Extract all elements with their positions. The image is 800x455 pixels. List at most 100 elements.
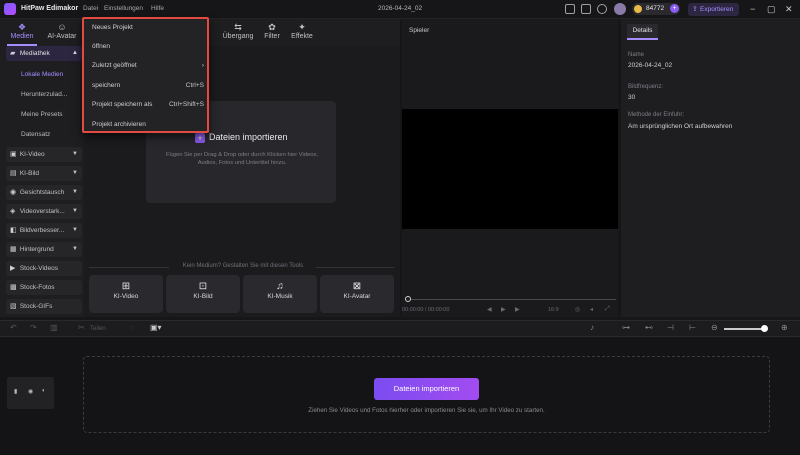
timeline-hint: Ziehen Sie Videos und Fotos hierher oder… xyxy=(308,407,545,414)
zoom-out-icon[interactable]: ⊖ xyxy=(711,323,718,333)
sidebar-item-label: KI-Video xyxy=(19,151,45,158)
tab-medien[interactable]: ❖ Medien xyxy=(3,22,41,46)
sidebar-item-mediathek[interactable]: ▰ Mediathek ▲ xyxy=(6,46,82,61)
download-icon[interactable] xyxy=(597,4,607,14)
sidebar-item-gesichtstausch[interactable]: ◉ Gesichtstausch ▼ xyxy=(6,185,82,200)
image-icon: ▤ xyxy=(10,170,17,177)
player-screen[interactable] xyxy=(402,109,618,229)
zoom-slider[interactable] xyxy=(724,328,766,330)
fit-icon[interactable]: ⊣ xyxy=(667,323,674,333)
menu-item-speichern[interactable]: speichern Ctrl+S xyxy=(92,80,204,92)
sidebar-sub-download[interactable]: Herunterzulad... xyxy=(6,87,82,102)
sidebar-item-bildverbesserer[interactable]: ◧ Bildverbesser... ▼ xyxy=(6,223,82,238)
zoom-in-icon[interactable]: ⊕ xyxy=(781,323,788,333)
chevron-down-icon: ▼ xyxy=(72,170,78,176)
sidebar-item-label: Hintergrund xyxy=(19,246,54,253)
tab-uebergang[interactable]: ⇆ Übergang xyxy=(219,22,257,44)
enhance-image-icon: ◧ xyxy=(10,227,17,234)
enhance-video-icon: ◈ xyxy=(10,208,16,215)
tab-label: Effekte xyxy=(291,33,313,40)
stock-gif-icon: ▧ xyxy=(10,303,17,310)
sidebar-item-label: Stock-Fotos xyxy=(19,284,55,291)
tool-label: KI-Video xyxy=(113,293,139,300)
tool-ki-avatar-button[interactable]: ⊠ KI-Avatar xyxy=(320,275,394,313)
volume-icon[interactable]: ◂ xyxy=(590,306,593,313)
redo-icon[interactable]: ↷ xyxy=(30,323,37,333)
timeline-import-button[interactable]: Dateien importieren xyxy=(374,378,479,400)
screen-icon[interactable] xyxy=(565,4,575,14)
tools-title: Kein Medium? Gestalten Sie mit diesen To… xyxy=(182,263,304,269)
menu-item-label: Zuletzt geöffnet xyxy=(92,62,137,69)
sidebar-item-stock-videos[interactable]: ▶ Stock-Videos xyxy=(6,261,82,276)
tab-ai-avatar[interactable]: ☺ AI-Avatar xyxy=(42,22,82,44)
zoom-slider-knob[interactable] xyxy=(761,325,768,332)
track-lock-icon[interactable]: ▮ xyxy=(14,388,17,395)
menu-datei[interactable]: Datei xyxy=(83,5,98,12)
chevron-up-icon: ▲ xyxy=(72,50,78,56)
sidebar-item-ki-video[interactable]: ▣ KI-Video ▼ xyxy=(6,147,82,162)
menu-item-label: Neues Projekt xyxy=(92,24,133,31)
split-icon[interactable]: ✂ xyxy=(78,323,85,333)
close-icon[interactable]: ✕ xyxy=(785,4,793,14)
fullscreen-icon[interactable]: ⤢ xyxy=(605,306,610,313)
export-button[interactable]: ⇪ Exportieren xyxy=(688,3,739,16)
menu-item-archivieren[interactable]: Projekt archivieren xyxy=(92,119,204,131)
sidebar-item-stock-fotos[interactable]: ▩ Stock-Fotos xyxy=(6,280,82,295)
mask-icon[interactable]: ◌ xyxy=(130,323,135,333)
sidebar-item-videoverstaerker[interactable]: ◈ Videoverstark... ▼ xyxy=(6,204,82,219)
video-icon: ▣ xyxy=(10,151,17,158)
undo-icon[interactable]: ↶ xyxy=(10,323,17,333)
menu-item-oeffnen[interactable]: öffnen xyxy=(92,41,204,53)
menu-item-label: Projekt archivieren xyxy=(92,121,146,128)
import-title[interactable]: Dateien importieren xyxy=(209,132,288,142)
sidebar-item-stock-gifs[interactable]: ▧ Stock-GIFs xyxy=(6,299,82,314)
sidebar-sub-lokale-medien[interactable]: Lokale Medien xyxy=(6,67,82,82)
menu-hilfe[interactable]: Hilfe xyxy=(151,5,164,12)
maximize-icon[interactable]: ▢ xyxy=(767,4,776,14)
split-label[interactable]: Teilen xyxy=(90,324,106,334)
menu-item-speichern-als[interactable]: Projekt speichern als Ctrl+Shift+S xyxy=(92,99,204,111)
chevron-down-icon: ▼ xyxy=(72,189,78,195)
snapshot-icon[interactable]: ◎ xyxy=(575,306,580,313)
tab-effekte[interactable]: ✦ Effekte xyxy=(283,22,321,44)
delete-icon[interactable]: ▥ xyxy=(50,323,58,333)
player-progress-knob[interactable] xyxy=(405,296,411,302)
tool-ki-bild-button[interactable]: ⊡ KI-Bild xyxy=(166,275,240,313)
menu-item-shortcut: Ctrl+S xyxy=(185,82,204,89)
transition-icon: ⇆ xyxy=(234,22,242,32)
tab-label: AI-Avatar xyxy=(47,33,77,40)
export-label: Exportieren xyxy=(700,6,734,13)
background-icon: ▦ xyxy=(10,246,17,253)
aspect-ratio[interactable]: 16:9 xyxy=(548,307,559,313)
track-visibility-icon[interactable]: ◉ xyxy=(28,388,33,395)
menu-item-label: öffnen xyxy=(92,43,110,50)
sidebar-item-label: Bildverbesser... xyxy=(19,227,65,234)
tool-ki-video-button[interactable]: ⊞ KI-Video xyxy=(89,275,163,313)
sidebar-item-hintergrund[interactable]: ▦ Hintergrund ▼ xyxy=(6,242,82,257)
tab-details[interactable]: Details xyxy=(627,24,658,40)
next-frame-icon[interactable]: ▶ xyxy=(515,306,520,313)
media-icon: ❖ xyxy=(17,22,27,32)
sidebar-item-ki-bild[interactable]: ▤ KI-Bild ▼ xyxy=(6,166,82,181)
notes-icon[interactable] xyxy=(581,4,591,14)
menu-item-neues-projekt[interactable]: Neues Projekt xyxy=(92,22,204,34)
play-icon[interactable]: ▶ xyxy=(501,306,506,313)
track-audio-icon[interactable]: ◐ xyxy=(42,388,46,394)
add-coins-button[interactable]: + xyxy=(670,4,679,13)
sidebar: ▰ Mediathek ▲ Lokale Medien Herunterzula… xyxy=(6,46,82,316)
tool-ki-musik-button[interactable]: ♫ KI-Musik xyxy=(243,275,317,313)
microphone-icon[interactable]: ♪ xyxy=(590,323,594,333)
user-avatar[interactable] xyxy=(614,3,626,15)
sidebar-sub-datensatz[interactable]: Datensatz xyxy=(6,127,82,142)
prev-frame-icon[interactable]: ◀ xyxy=(487,306,492,313)
menu-item-zuletzt-geoeffnet[interactable]: Zuletzt geöffnet › xyxy=(92,60,204,72)
minimize-icon[interactable]: − xyxy=(750,4,755,14)
text-tool-icon[interactable]: ▣▾ xyxy=(150,323,162,333)
track-icon[interactable]: ⊢ xyxy=(689,323,696,333)
sidebar-sub-presets[interactable]: Meine Presets xyxy=(6,107,82,122)
link-icon[interactable]: ⊶ xyxy=(622,323,630,333)
tool-label: KI-Musik xyxy=(267,293,293,300)
player-progress-track[interactable] xyxy=(408,299,616,300)
snap-icon[interactable]: ⊷ xyxy=(645,323,653,333)
menu-einstellungen[interactable]: Einstellungen xyxy=(104,5,143,12)
